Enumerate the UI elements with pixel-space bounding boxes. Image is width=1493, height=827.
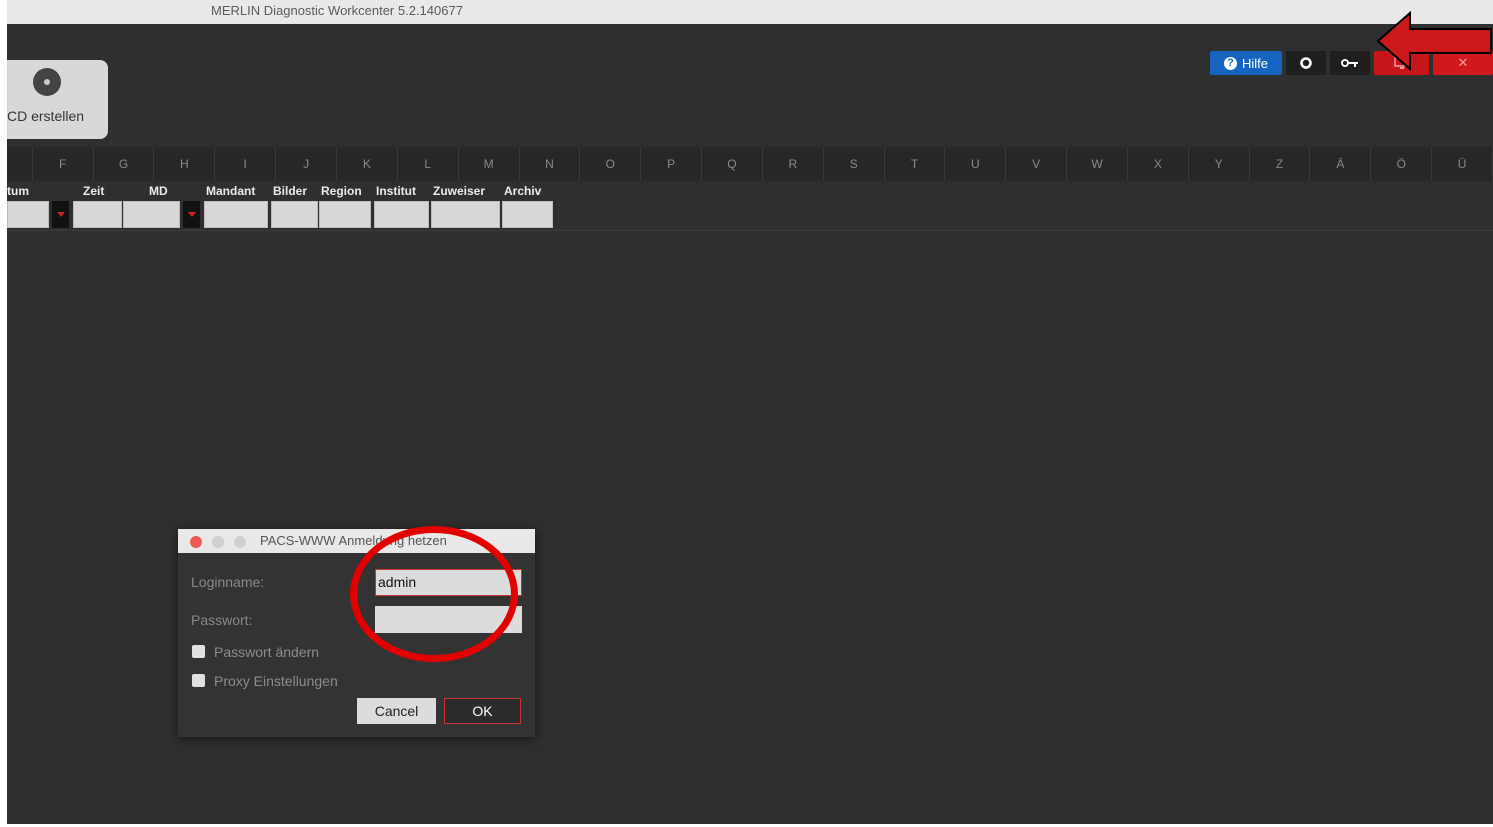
- help-circle-icon: ?: [1223, 56, 1237, 70]
- alphabet-letter[interactable]: Y: [1189, 147, 1250, 181]
- column-header-md[interactable]: MD: [149, 184, 168, 198]
- alphabet-letter[interactable]: V: [1006, 147, 1068, 181]
- alphabet-letter[interactable]: O: [580, 147, 642, 181]
- filter-zuweiser[interactable]: [431, 201, 500, 228]
- alphabet-letter[interactable]: N: [520, 147, 581, 181]
- filter-datum-dropdown[interactable]: [52, 201, 69, 228]
- alphabet-letter[interactable]: Ö: [1371, 147, 1433, 181]
- proxy-label: Proxy Einstellungen: [214, 673, 338, 689]
- password-label: Passwort:: [191, 612, 253, 628]
- alphabet-letter[interactable]: S: [824, 147, 885, 181]
- login-button[interactable]: [1330, 51, 1370, 75]
- disc-icon: [33, 68, 61, 96]
- alphabet-letter[interactable]: J: [276, 147, 337, 181]
- alphabet-letter[interactable]: [7, 147, 33, 181]
- alphabet-letter[interactable]: U: [945, 147, 1007, 181]
- column-header-region[interactable]: Region: [321, 184, 362, 198]
- login-label: Loginname:: [191, 574, 265, 590]
- filter-md-dropdown[interactable]: [183, 201, 200, 228]
- cd-create-button[interactable]: CD erstellen: [7, 60, 108, 139]
- alphabet-letter[interactable]: G: [94, 147, 155, 181]
- proxy-checkbox[interactable]: [192, 674, 205, 687]
- dialog-minimize-icon[interactable]: [212, 536, 224, 548]
- table-divider: [7, 230, 1493, 231]
- column-header-zeit[interactable]: Zeit: [83, 184, 104, 198]
- filter-mandant[interactable]: [204, 201, 268, 228]
- column-header-bilder[interactable]: Bilder: [273, 184, 307, 198]
- column-header-institut[interactable]: Institut: [376, 184, 416, 198]
- filter-datum[interactable]: [7, 201, 49, 228]
- alphabet-filter-bar: F G H I J K L M N O P Q R S T U V W X Y …: [7, 147, 1493, 181]
- cancel-button[interactable]: Cancel: [357, 698, 436, 724]
- alphabet-letter[interactable]: X: [1128, 147, 1189, 181]
- alphabet-letter[interactable]: Z: [1250, 147, 1311, 181]
- filter-md[interactable]: [123, 201, 180, 228]
- alphabet-letter[interactable]: H: [154, 147, 216, 181]
- alphabet-letter[interactable]: F: [33, 147, 94, 181]
- column-header-datum[interactable]: tum: [7, 184, 29, 198]
- alphabet-letter[interactable]: Ä: [1310, 147, 1372, 181]
- change-password-checkbox[interactable]: [192, 645, 205, 658]
- gear-icon: [1300, 57, 1312, 69]
- alphabet-letter[interactable]: K: [337, 147, 398, 181]
- cd-create-label: CD erstellen: [7, 108, 85, 124]
- window-title: MERLIN Diagnostic Workcenter 5.2.140677: [211, 3, 463, 18]
- alphabet-letter[interactable]: L: [398, 147, 459, 181]
- alphabet-letter[interactable]: P: [641, 147, 703, 181]
- alphabet-letter[interactable]: W: [1067, 147, 1128, 181]
- alphabet-letter[interactable]: Q: [702, 147, 763, 181]
- alphabet-letter[interactable]: M: [459, 147, 520, 181]
- dialog-zoom-icon[interactable]: [234, 536, 246, 548]
- annotation-circle: [350, 526, 518, 662]
- help-button[interactable]: ? Hilfe: [1210, 51, 1282, 75]
- column-header-mandant[interactable]: Mandant: [206, 184, 255, 198]
- alphabet-letter[interactable]: I: [215, 147, 277, 181]
- column-header-zuweiser[interactable]: Zuweiser: [433, 184, 485, 198]
- annotation-arrow-icon: [1376, 10, 1492, 72]
- column-header-archiv[interactable]: Archiv: [504, 184, 541, 198]
- filter-archiv[interactable]: [502, 201, 553, 228]
- key-icon: [1341, 59, 1358, 67]
- filter-zeit[interactable]: [73, 201, 122, 228]
- filter-region[interactable]: [319, 201, 371, 228]
- help-label: Hilfe: [1241, 55, 1268, 71]
- dialog-close-icon[interactable]: [190, 536, 202, 548]
- filter-institut[interactable]: [374, 201, 429, 228]
- alphabet-letter[interactable]: Ü: [1432, 147, 1493, 181]
- filter-bilder[interactable]: [271, 201, 318, 228]
- window-titlebar: MERLIN Diagnostic Workcenter 5.2.140677: [7, 0, 1493, 25]
- settings-button[interactable]: [1286, 51, 1326, 75]
- change-password-label: Passwort ändern: [214, 644, 320, 660]
- ok-button[interactable]: OK: [444, 698, 521, 724]
- alphabet-letter[interactable]: T: [885, 147, 946, 181]
- alphabet-letter[interactable]: R: [763, 147, 824, 181]
